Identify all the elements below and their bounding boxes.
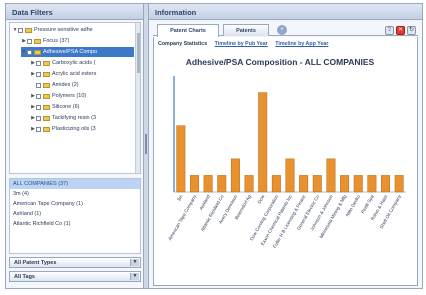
information-panel: Information Patent Charts Patents + ⇪ ✕ … <box>149 4 422 288</box>
folder-icon <box>43 126 50 132</box>
chart-content: Company Statistics Timeline by Pub Year … <box>153 37 418 286</box>
folder-icon <box>25 27 32 33</box>
tree-checkbox[interactable] <box>27 38 32 44</box>
tree-node-label: Polymers (10) <box>52 93 87 99</box>
tree-checkbox[interactable] <box>36 71 41 77</box>
information-tabs: Patent Charts Patents + <box>153 24 418 37</box>
tree-scrollbar[interactable] <box>135 23 140 173</box>
tree-scroll-thumb[interactable] <box>137 33 140 73</box>
bar-10[interactable] <box>312 175 322 193</box>
bar-16[interactable] <box>394 175 404 193</box>
company-list-item[interactable]: Ashland (1) <box>10 209 140 219</box>
tree-checkbox[interactable] <box>36 126 41 132</box>
chevron-down-icon[interactable]: ▼ <box>130 259 139 266</box>
tree-node-label: Carboxylic acids ( <box>52 60 96 66</box>
export-icon[interactable]: ⇪ <box>385 26 394 35</box>
tree-node[interactable]: ▶ Polymers (10) <box>30 91 86 101</box>
folder-icon <box>43 82 50 88</box>
tree-checkbox[interactable] <box>18 27 23 33</box>
tree-node[interactable]: ▶ Plasticizing oils (3 <box>30 124 96 134</box>
patent-types-value: All Patent Types <box>14 259 57 266</box>
tree-node[interactable]: ▶ Silicone (6) <box>30 102 80 112</box>
folder-icon <box>43 60 50 66</box>
folder-icon <box>43 71 50 77</box>
bar-12[interactable] <box>340 175 350 193</box>
chart-title: Adhesive/PSA Composition - ALL COMPANIES <box>186 57 375 67</box>
company-list-item[interactable]: ALL COMPANIES (37) <box>10 179 140 189</box>
tree-node-label: Focus (37) <box>43 38 70 44</box>
chevron-down-icon[interactable]: ▼ <box>130 273 139 280</box>
statistics-bar: Company Statistics Timeline by Pub Year … <box>158 41 328 47</box>
data-filters-title: Data Filters <box>6 4 143 20</box>
folder-icon <box>34 49 41 55</box>
tree-node[interactable]: ▶ Carboxylic acids ( <box>30 58 95 68</box>
tree-node-label: Amides (2) <box>52 82 79 88</box>
tree-node-label: Acrylic acid esters <box>52 71 97 77</box>
app-window: Data Filters ▼ Pressure sensitive adhe ▶ Fo… <box>5 3 423 289</box>
tree-node-label: Tackifying resin (3 <box>52 115 97 121</box>
folder-icon <box>43 104 50 110</box>
tree-node[interactable]: ▶ Focus (37) <box>21 36 69 46</box>
bar-13[interactable] <box>353 175 363 193</box>
bar-14[interactable] <box>367 175 377 193</box>
tree-checkbox[interactable] <box>36 60 41 66</box>
bar-chart-svg: Adhesive/PSA Composition - ALL COMPANIES… <box>160 52 412 282</box>
tree-checkbox[interactable] <box>36 82 41 88</box>
folder-icon <box>43 115 50 121</box>
tree-checkbox[interactable] <box>36 93 41 99</box>
bar-chart: Adhesive/PSA Composition - ALL COMPANIES… <box>160 52 412 282</box>
tree-checkbox[interactable] <box>27 49 32 55</box>
tab-patent-charts[interactable]: Patent Charts <box>157 24 219 37</box>
bar-4[interactable] <box>230 158 240 193</box>
splitter-grip-icon[interactable] <box>145 134 147 154</box>
bar-2[interactable] <box>203 175 213 193</box>
bar-0[interactable] <box>176 125 186 193</box>
bar-5[interactable] <box>244 175 254 193</box>
close-icon[interactable]: ✕ <box>396 26 405 35</box>
information-title: Information <box>149 4 422 20</box>
tree-node[interactable]: ▶ Acrylic acid esters <box>30 69 96 79</box>
company-statistics-label: Company Statistics <box>158 41 208 47</box>
tree-checkbox[interactable] <box>36 115 41 121</box>
filter-tree[interactable]: ▼ Pressure sensitive adhe ▶ Focus (37) ▼ Adhe… <box>9 22 141 174</box>
tree-node-label: Adhesive/PSA Compo <box>43 49 98 55</box>
tags-dropdown[interactable]: All Tags ▼ <box>9 271 141 282</box>
bar-8[interactable] <box>285 158 295 193</box>
bar-11[interactable] <box>326 158 336 193</box>
company-list-item[interactable]: 3m (4) <box>10 189 140 199</box>
patent-types-dropdown[interactable]: All Patent Types ▼ <box>9 257 141 268</box>
data-filters-panel: Data Filters ▼ Pressure sensitive adhe ▶ Fo… <box>6 4 144 288</box>
bar-6[interactable] <box>258 92 268 193</box>
bar-7[interactable] <box>271 175 281 193</box>
bar-15[interactable] <box>381 175 391 193</box>
bar-1[interactable] <box>189 175 199 193</box>
tree-node[interactable]: ▼ Pressure sensitive adhe <box>12 25 93 35</box>
tags-value: All Tags <box>14 273 35 280</box>
timeline-app-year-link[interactable]: Timeline by App Year <box>275 41 328 47</box>
add-tab-icon[interactable]: + <box>277 25 287 35</box>
timeline-pub-year-link[interactable]: Timeline by Pub Year <box>215 41 268 47</box>
bar-3[interactable] <box>217 175 227 193</box>
tree-checkbox[interactable] <box>36 104 41 110</box>
tree-node[interactable]: ▼ Adhesive/PSA Compo <box>21 47 134 57</box>
refresh-icon[interactable]: ↻ <box>407 26 416 35</box>
company-list-item[interactable]: American Tape Company (1) <box>10 199 140 209</box>
company-list[interactable]: ALL COMPANIES (37) 3m (4) American Tape Co… <box>9 178 141 254</box>
tree-node-label: Silicone (6) <box>52 104 80 110</box>
bar-9[interactable] <box>299 175 309 193</box>
tree-node-label: Plasticizing oils (3 <box>52 126 96 132</box>
tree-node[interactable]: Amides (2) <box>30 80 79 90</box>
tree-node-label: Pressure sensitive adhe <box>34 27 93 33</box>
tab-patents[interactable]: Patents <box>223 24 269 36</box>
folder-icon <box>43 93 50 99</box>
folder-icon <box>34 38 41 44</box>
tree-node[interactable]: ▶ Tackifying resin (3 <box>30 113 96 123</box>
company-list-item[interactable]: Atlantic Richfield Co (1) <box>10 219 140 229</box>
